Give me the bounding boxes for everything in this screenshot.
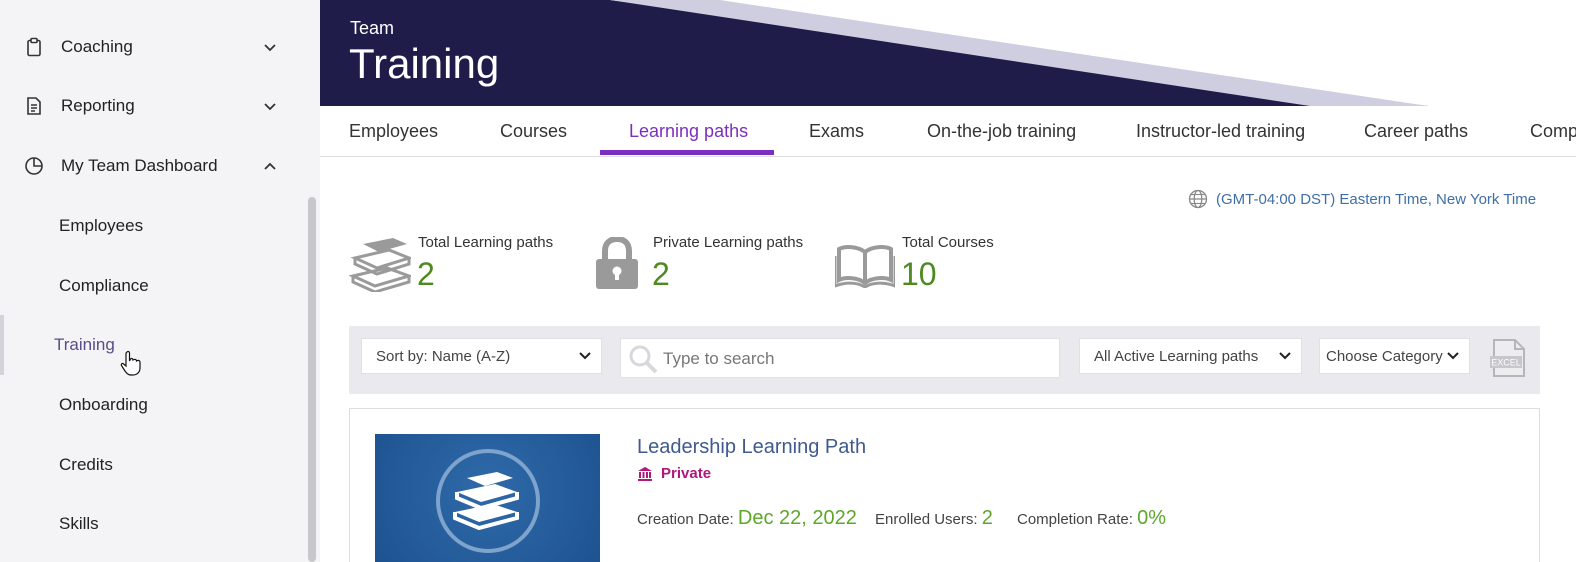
category-select[interactable]: Choose Category bbox=[1319, 338, 1470, 374]
tab-bar: Employees Courses Learning paths Exams O… bbox=[320, 106, 1576, 157]
completion-rate: Completion Rate: 0% bbox=[1017, 507, 1166, 530]
sidebar-subitem-label: Onboarding bbox=[59, 395, 148, 414]
creation-date-label: Creation Date: bbox=[637, 511, 734, 528]
sort-select[interactable]: Sort by: Name (A-Z) bbox=[361, 338, 602, 374]
chevron-down-icon[interactable] bbox=[262, 39, 278, 55]
learning-path-card: Leadership Learning Path Private Creatio… bbox=[349, 408, 1540, 562]
private-badge: Private bbox=[637, 465, 711, 482]
sort-select-value: Sort by: Name (A-Z) bbox=[376, 347, 511, 365]
tab-courses[interactable]: Courses bbox=[500, 106, 567, 156]
creation-date-value: Dec 22, 2022 bbox=[737, 507, 857, 529]
category-select-value: Choose Category bbox=[1326, 347, 1443, 365]
books-icon bbox=[436, 449, 540, 553]
sidebar-subitem-skills[interactable]: Skills bbox=[0, 494, 305, 554]
sidebar-subitem-training[interactable]: Training bbox=[0, 315, 305, 375]
stat-label: Total Learning paths bbox=[418, 234, 554, 251]
stat-label: Total Courses bbox=[902, 234, 994, 251]
timezone-text: (GMT-04:00 DST) Eastern Time, New York T… bbox=[1216, 190, 1537, 208]
tab-career-paths[interactable]: Career paths bbox=[1364, 106, 1468, 156]
timezone-link[interactable]: (GMT-04:00 DST) Eastern Time, New York T… bbox=[1188, 189, 1536, 209]
globe-icon bbox=[1188, 189, 1208, 209]
enrolled-users: Enrolled Users: 2 bbox=[875, 507, 993, 530]
search-icon bbox=[629, 345, 658, 374]
tab-comp[interactable]: Comp bbox=[1530, 106, 1576, 156]
page-subtitle: Team bbox=[350, 18, 395, 38]
status-select[interactable]: All Active Learning paths bbox=[1079, 338, 1302, 374]
sidebar-item-label: Reporting bbox=[61, 96, 135, 115]
enrolled-users-label: Enrolled Users: bbox=[875, 511, 978, 528]
clipboard-icon bbox=[27, 37, 41, 57]
books-icon bbox=[349, 238, 411, 292]
completion-rate-label: Completion Rate: bbox=[1017, 511, 1133, 528]
tab-employees[interactable]: Employees bbox=[349, 106, 438, 156]
header-banner bbox=[320, 0, 1428, 106]
sidebar-subitem-label: Skills bbox=[59, 514, 99, 533]
sidebar-subitem-compliance[interactable]: Compliance bbox=[0, 256, 305, 316]
open-book-icon bbox=[835, 245, 895, 288]
sidebar-subitem-label: Employees bbox=[59, 216, 144, 235]
sidebar-subitem-credits[interactable]: Credits bbox=[0, 435, 305, 495]
sidebar-subitem-label: Credits bbox=[59, 455, 113, 474]
enrolled-users-value: 2 bbox=[981, 507, 993, 529]
sidebar-subitem-onboarding[interactable]: Onboarding bbox=[0, 375, 305, 435]
stat-value: 2 bbox=[652, 256, 670, 292]
sidebar-subitem-label: Training bbox=[54, 335, 115, 354]
page-header: Team Training bbox=[320, 0, 1576, 106]
sidebar-subitem-employees[interactable]: Employees bbox=[0, 196, 305, 256]
learning-path-title[interactable]: Leadership Learning Path bbox=[637, 436, 866, 459]
tab-instructor-led-training[interactable]: Instructor-led training bbox=[1136, 106, 1305, 156]
sidebar-item-coaching[interactable]: Coaching bbox=[0, 17, 305, 77]
chevron-down-icon bbox=[1279, 352, 1291, 360]
chevron-down-icon bbox=[1447, 352, 1459, 360]
sidebar-item-label: My Team Dashboard bbox=[61, 156, 218, 175]
completion-rate-value: 0% bbox=[1137, 507, 1166, 529]
sidebar-scrollbar-thumb[interactable] bbox=[308, 197, 316, 562]
sidebar-subitem-label: Compliance bbox=[59, 276, 149, 295]
chevron-down-icon[interactable] bbox=[262, 98, 278, 114]
stat-label: Private Learning paths bbox=[653, 234, 804, 251]
learning-path-thumbnail[interactable] bbox=[375, 434, 600, 562]
page-title: Training bbox=[349, 40, 500, 87]
search-box[interactable] bbox=[620, 338, 1060, 378]
document-icon bbox=[27, 97, 41, 115]
sidebar-item-label: Coaching bbox=[61, 37, 133, 56]
creation-date: Creation Date: Dec 22, 2022 bbox=[637, 507, 857, 530]
sidebar-item-reporting[interactable]: Reporting bbox=[0, 76, 305, 136]
hand-cursor-icon bbox=[120, 350, 141, 376]
tab-exams[interactable]: Exams bbox=[809, 106, 864, 156]
chevron-down-icon bbox=[579, 352, 591, 360]
filter-bar: Sort by: Name (A-Z) All Active Learning … bbox=[349, 326, 1540, 394]
sidebar: Coaching Reporting My Team Dashboard Emp… bbox=[0, 0, 320, 562]
excel-export-icon[interactable]: EXCEL bbox=[1488, 338, 1528, 378]
tab-learning-paths[interactable]: Learning paths bbox=[629, 106, 748, 156]
tab-active-indicator bbox=[600, 150, 774, 155]
excel-label: EXCEL bbox=[1491, 358, 1521, 368]
status-select-value: All Active Learning paths bbox=[1094, 347, 1259, 365]
stat-value: 10 bbox=[901, 256, 937, 292]
active-indicator bbox=[0, 315, 4, 375]
lock-icon bbox=[596, 237, 638, 289]
pie-chart-icon bbox=[25, 157, 43, 175]
sidebar-item-my-team-dashboard[interactable]: My Team Dashboard bbox=[0, 136, 305, 196]
stat-value: 2 bbox=[417, 256, 435, 292]
chevron-up-icon[interactable] bbox=[262, 158, 278, 174]
tab-on-the-job-training[interactable]: On-the-job training bbox=[927, 106, 1076, 156]
search-input[interactable] bbox=[663, 347, 1043, 371]
private-badge-label: Private bbox=[661, 465, 712, 482]
institution-icon bbox=[638, 466, 652, 481]
